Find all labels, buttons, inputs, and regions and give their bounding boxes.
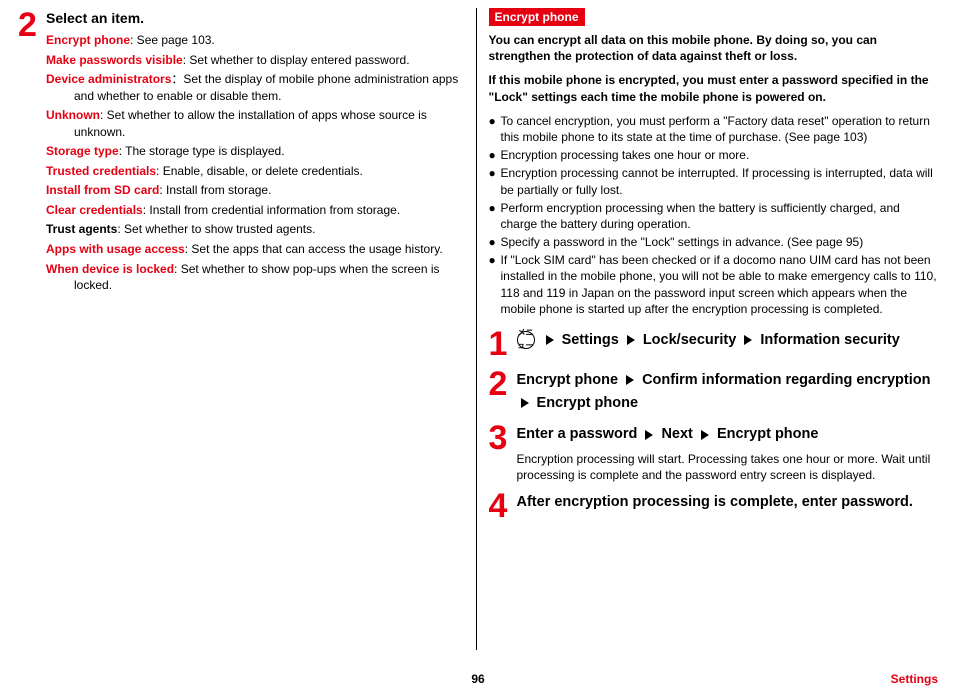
definition-item: When device is locked: Set whether to sh… bbox=[46, 261, 468, 294]
left-column: 2 Select an item. Encrypt phone: See pag… bbox=[10, 8, 477, 650]
term: Install from SD card bbox=[46, 183, 159, 197]
term: When device is locked bbox=[46, 262, 174, 276]
term-desc: : The storage type is displayed. bbox=[119, 144, 285, 158]
bullet-dot-icon: ● bbox=[489, 200, 497, 232]
bullet-item: ●Specify a password in the "Lock" settin… bbox=[489, 234, 939, 250]
proc-step-3: 3 Enter a password Next Encrypt phone En… bbox=[489, 421, 939, 483]
step-number: 3 bbox=[489, 421, 511, 483]
intro-para-2: If this mobile phone is encrypted, you m… bbox=[489, 72, 939, 104]
proc-step-1: 1 メニュー Settings Lock/security Informatio… bbox=[489, 327, 939, 361]
definition-item: Unknown: Set whether to allow the instal… bbox=[46, 107, 468, 140]
term: Trust agents bbox=[46, 222, 117, 236]
term: Storage type bbox=[46, 144, 119, 158]
triangle-icon bbox=[744, 335, 752, 345]
step-body: Enter a password Next Encrypt phone Encr… bbox=[517, 421, 939, 483]
bullet-text: To cancel encryption, you must perform a… bbox=[501, 113, 939, 145]
right-column: Encrypt phone You can encrypt all data o… bbox=[477, 8, 947, 650]
step-2-left: 2 Select an item. Encrypt phone: See pag… bbox=[18, 8, 468, 297]
bullet-item: ●If "Lock SIM card" has been checked or … bbox=[489, 252, 939, 317]
bullet-item: ●To cancel encryption, you must perform … bbox=[489, 113, 939, 145]
step-number: 4 bbox=[489, 489, 511, 523]
nav-word: Encrypt phone bbox=[517, 372, 619, 388]
step-4-title: After encryption processing is complete,… bbox=[517, 491, 939, 514]
term: Apps with usage access bbox=[46, 242, 185, 256]
triangle-icon bbox=[521, 398, 529, 408]
bullet-dot-icon: ● bbox=[489, 234, 497, 250]
bullet-dot-icon: ● bbox=[489, 165, 497, 197]
nav-word: Confirm information regarding encryption bbox=[642, 372, 930, 388]
definition-item: Storage type: The storage type is displa… bbox=[46, 143, 468, 160]
bullet-dot-icon: ● bbox=[489, 252, 497, 317]
term-desc: : Install from credential information fr… bbox=[143, 203, 400, 217]
nav-word: Encrypt phone bbox=[537, 395, 639, 411]
term-desc: : See page 103. bbox=[130, 33, 215, 47]
nav-word: Information security bbox=[760, 332, 899, 348]
definition-item: Trusted credentials: Enable, disable, or… bbox=[46, 163, 468, 180]
term: Unknown bbox=[46, 108, 100, 122]
section-label: Settings bbox=[891, 672, 938, 686]
term-desc: : Enable, disable, or delete credentials… bbox=[156, 164, 363, 178]
step-number: 1 bbox=[489, 327, 511, 361]
triangle-icon bbox=[627, 335, 635, 345]
bullet-text: If "Lock SIM card" has been checked or i… bbox=[501, 252, 939, 317]
page-container: 2 Select an item. Encrypt phone: See pag… bbox=[0, 0, 956, 650]
bullet-text: Encryption processing cannot be interrup… bbox=[501, 165, 939, 197]
term: Device administrators bbox=[46, 72, 171, 86]
definition-item: Trust agents: Set whether to show truste… bbox=[46, 221, 468, 238]
step-body: Encrypt phone Confirm information regard… bbox=[517, 367, 939, 415]
definition-item: Clear credentials: Install from credenti… bbox=[46, 202, 468, 219]
step-1-title: メニュー Settings Lock/security Information … bbox=[517, 329, 939, 352]
bullet-text: Perform encryption processing when the b… bbox=[501, 200, 939, 232]
nav-word: Encrypt phone bbox=[717, 426, 819, 442]
bullet-text: Encryption processing takes one hour or … bbox=[501, 147, 939, 163]
term-desc: : Set the apps that can access the usage… bbox=[185, 242, 443, 256]
term-desc: : Install from storage. bbox=[159, 183, 271, 197]
step-3-sub: Encryption processing will start. Proces… bbox=[517, 451, 939, 483]
menu-icon: メニュー bbox=[517, 331, 535, 349]
definition-item: Install from SD card: Install from stora… bbox=[46, 182, 468, 199]
term-desc: : Set whether to show trusted agents. bbox=[117, 222, 315, 236]
definition-item: Device administrators：Set the display of… bbox=[46, 71, 468, 104]
bullet-text: Specify a password in the "Lock" setting… bbox=[501, 234, 939, 250]
nav-word: Settings bbox=[562, 332, 619, 348]
term: Clear credentials bbox=[46, 203, 143, 217]
step-body: メニュー Settings Lock/security Information … bbox=[517, 327, 939, 361]
definition-item: Make passwords visible: Set whether to d… bbox=[46, 52, 468, 69]
step-body: After encryption processing is complete,… bbox=[517, 489, 939, 523]
step-number: 2 bbox=[489, 367, 511, 415]
bullet-item: ●Encryption processing takes one hour or… bbox=[489, 147, 939, 163]
page-number: 96 bbox=[471, 672, 484, 686]
bullet-item: ●Encryption processing cannot be interru… bbox=[489, 165, 939, 197]
step-2-title: Encrypt phone Confirm information regard… bbox=[517, 369, 939, 415]
definition-item: Encrypt phone: See page 103. bbox=[46, 32, 468, 49]
bullet-item: ●Perform encryption processing when the … bbox=[489, 200, 939, 232]
term: Trusted credentials bbox=[46, 164, 156, 178]
bullet-dot-icon: ● bbox=[489, 147, 497, 163]
term: Make passwords visible bbox=[46, 53, 183, 67]
triangle-icon bbox=[626, 375, 634, 385]
step-body: Select an item. Encrypt phone: See page … bbox=[46, 8, 468, 297]
intro-para-1: You can encrypt all data on this mobile … bbox=[489, 32, 939, 64]
bullet-dot-icon: ● bbox=[489, 113, 497, 145]
nav-word: Lock/security bbox=[643, 332, 737, 348]
term-desc: : Set whether to display entered passwor… bbox=[183, 53, 410, 67]
encrypt-phone-tag: Encrypt phone bbox=[489, 8, 585, 26]
term: Encrypt phone bbox=[46, 33, 130, 47]
nav-word: Next bbox=[661, 426, 692, 442]
nav-word: Enter a password bbox=[517, 426, 638, 442]
step-number: 2 bbox=[18, 8, 40, 297]
triangle-icon bbox=[645, 430, 653, 440]
proc-step-4: 4 After encryption processing is complet… bbox=[489, 489, 939, 523]
step-3-title: Enter a password Next Encrypt phone bbox=[517, 423, 939, 446]
step-title: Select an item. bbox=[46, 10, 468, 26]
definition-item: Apps with usage access: Set the apps tha… bbox=[46, 241, 468, 258]
triangle-icon bbox=[546, 335, 554, 345]
triangle-icon bbox=[701, 430, 709, 440]
term-desc: : Set whether to allow the installation … bbox=[74, 108, 427, 139]
footer: 96 Settings bbox=[0, 672, 956, 686]
proc-step-2: 2 Encrypt phone Confirm information rega… bbox=[489, 367, 939, 415]
